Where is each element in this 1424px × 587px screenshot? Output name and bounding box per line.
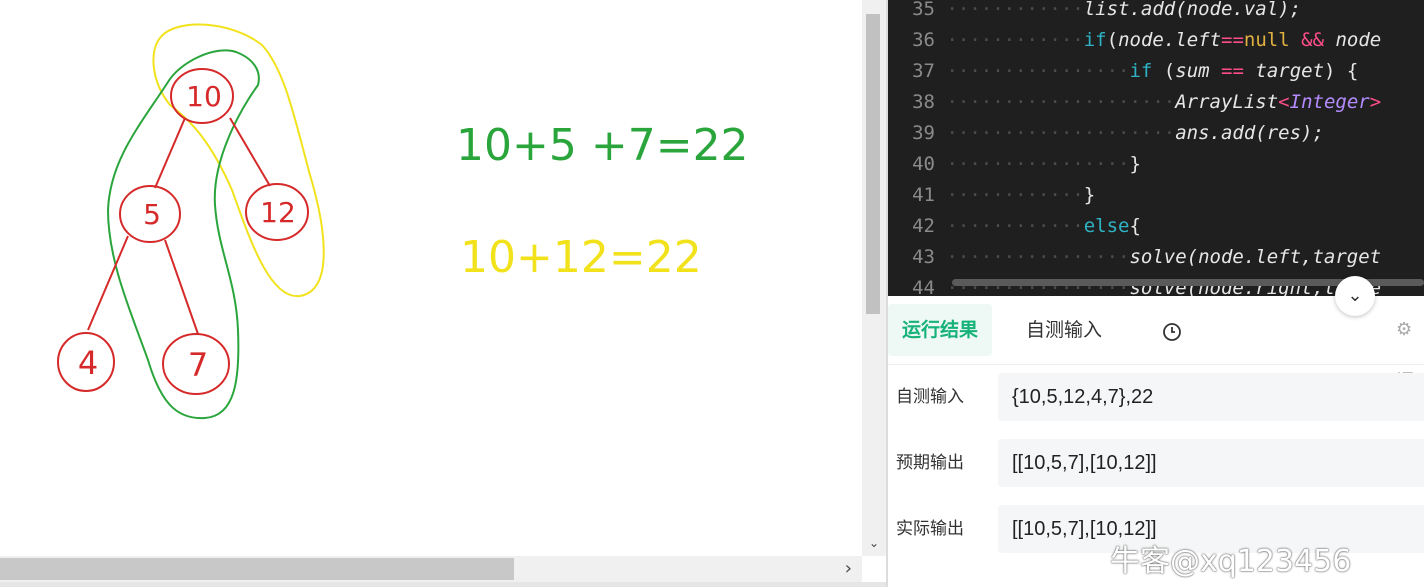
- watermark: 牛客@xq123456: [1110, 544, 1352, 579]
- line-number: 38: [912, 91, 935, 113]
- line-number: 37: [912, 60, 935, 82]
- code-line[interactable]: 38 ····················ArrayList<Integer…: [888, 87, 1381, 118]
- tab-run-result[interactable]: 运行结果: [888, 304, 992, 356]
- canvas-horizontal-scrollbar[interactable]: ›: [0, 556, 862, 582]
- node-label-4: 4: [78, 344, 98, 382]
- code-line[interactable]: 42 ············else{: [888, 211, 1141, 242]
- indent-guides: ············: [935, 184, 1084, 206]
- code-text: else{: [1083, 215, 1141, 237]
- indent-guides: ············: [935, 0, 1084, 20]
- line-number: 39: [912, 122, 935, 144]
- indent-guides: ················: [935, 60, 1130, 82]
- node-label-7: 7: [188, 346, 208, 384]
- equation-green: 10+5 +7=22: [456, 120, 749, 171]
- code-line[interactable]: 37 ················if (sum == target) {: [888, 56, 1358, 87]
- chevron-down-icon: ⌄: [1347, 285, 1363, 306]
- code-text: ArrayList<Integer>: [1175, 91, 1382, 113]
- indent-guides: ············: [935, 29, 1084, 51]
- code-text: list.add(node.val);: [1083, 0, 1302, 20]
- code-line[interactable]: 40 ················}: [888, 149, 1141, 180]
- indent-guides: ················: [935, 246, 1130, 268]
- line-number: 42: [912, 215, 935, 237]
- expected-output-label: 预期输出: [896, 453, 964, 473]
- code-text: if (sum == target) {: [1129, 60, 1359, 82]
- equation-yellow: 10+12=22: [460, 232, 702, 283]
- v-scroll-thumb[interactable]: [866, 14, 880, 314]
- code-editor[interactable]: 35 ············list.add(node.val); 36 ···…: [888, 0, 1424, 296]
- node-label-12: 12: [260, 196, 296, 229]
- self-test-input-field[interactable]: {10,5,12,4,7},22: [998, 373, 1424, 421]
- code-line[interactable]: 41 ············}: [888, 180, 1095, 211]
- node-label-5: 5: [143, 198, 161, 231]
- tree-drawing: 10 5 12 4 7 10+5 +7=22 10+12=22: [57, 23, 749, 420]
- indent-guides: ····················: [935, 91, 1176, 113]
- code-line[interactable]: 39 ····················ans.add(res);: [888, 118, 1324, 149]
- yellow-path-outline: [152, 23, 325, 298]
- indent-guides: ················: [935, 153, 1130, 175]
- tab-self-test-input[interactable]: 自测输入: [1026, 304, 1102, 356]
- collapse-panel-button[interactable]: ⌄: [1335, 276, 1375, 316]
- node-label-10: 10: [186, 80, 222, 113]
- code-text: solve(node.left,target: [1129, 246, 1382, 268]
- clock-icon[interactable]: [1162, 304, 1182, 356]
- line-number: 43: [912, 246, 935, 268]
- line-number: 36: [912, 29, 935, 51]
- expected-output-value: [[10,5,7],[10,12]]: [998, 439, 1424, 487]
- code-line[interactable]: 36 ············if(node.left==null && nod…: [888, 25, 1381, 56]
- canvas-vertical-scrollbar[interactable]: ⌄: [862, 0, 886, 556]
- indent-guides: ····················: [935, 122, 1176, 144]
- code-line[interactable]: 35 ············list.add(node.val);: [888, 0, 1301, 25]
- code-text: }: [1129, 153, 1141, 175]
- line-number: 35: [912, 0, 935, 20]
- code-text: ans.add(res);: [1175, 122, 1324, 144]
- code-text: }: [1083, 184, 1096, 206]
- indent-guides: ············: [935, 215, 1084, 237]
- tab-debug[interactable]: ⚙调: [1396, 304, 1424, 392]
- actual-output-label: 实际输出: [896, 519, 964, 539]
- line-number: 41: [912, 184, 935, 206]
- drawing-canvas[interactable]: 10 5 12 4 7 10+5 +7=22 10+12=22: [0, 0, 862, 556]
- code-text: if(node.left==null && node: [1083, 29, 1382, 51]
- code-line[interactable]: 43 ················solve(node.left,targe…: [888, 242, 1381, 273]
- line-number: 44: [912, 277, 935, 296]
- self-test-label: 自测输入: [896, 387, 964, 407]
- h-scroll-thumb[interactable]: [0, 558, 514, 580]
- scroll-down-arrow-icon[interactable]: ⌄: [867, 536, 881, 550]
- scroll-right-arrow-icon[interactable]: ›: [845, 558, 852, 580]
- bottom-strip: [0, 582, 886, 587]
- line-number: 40: [912, 153, 935, 175]
